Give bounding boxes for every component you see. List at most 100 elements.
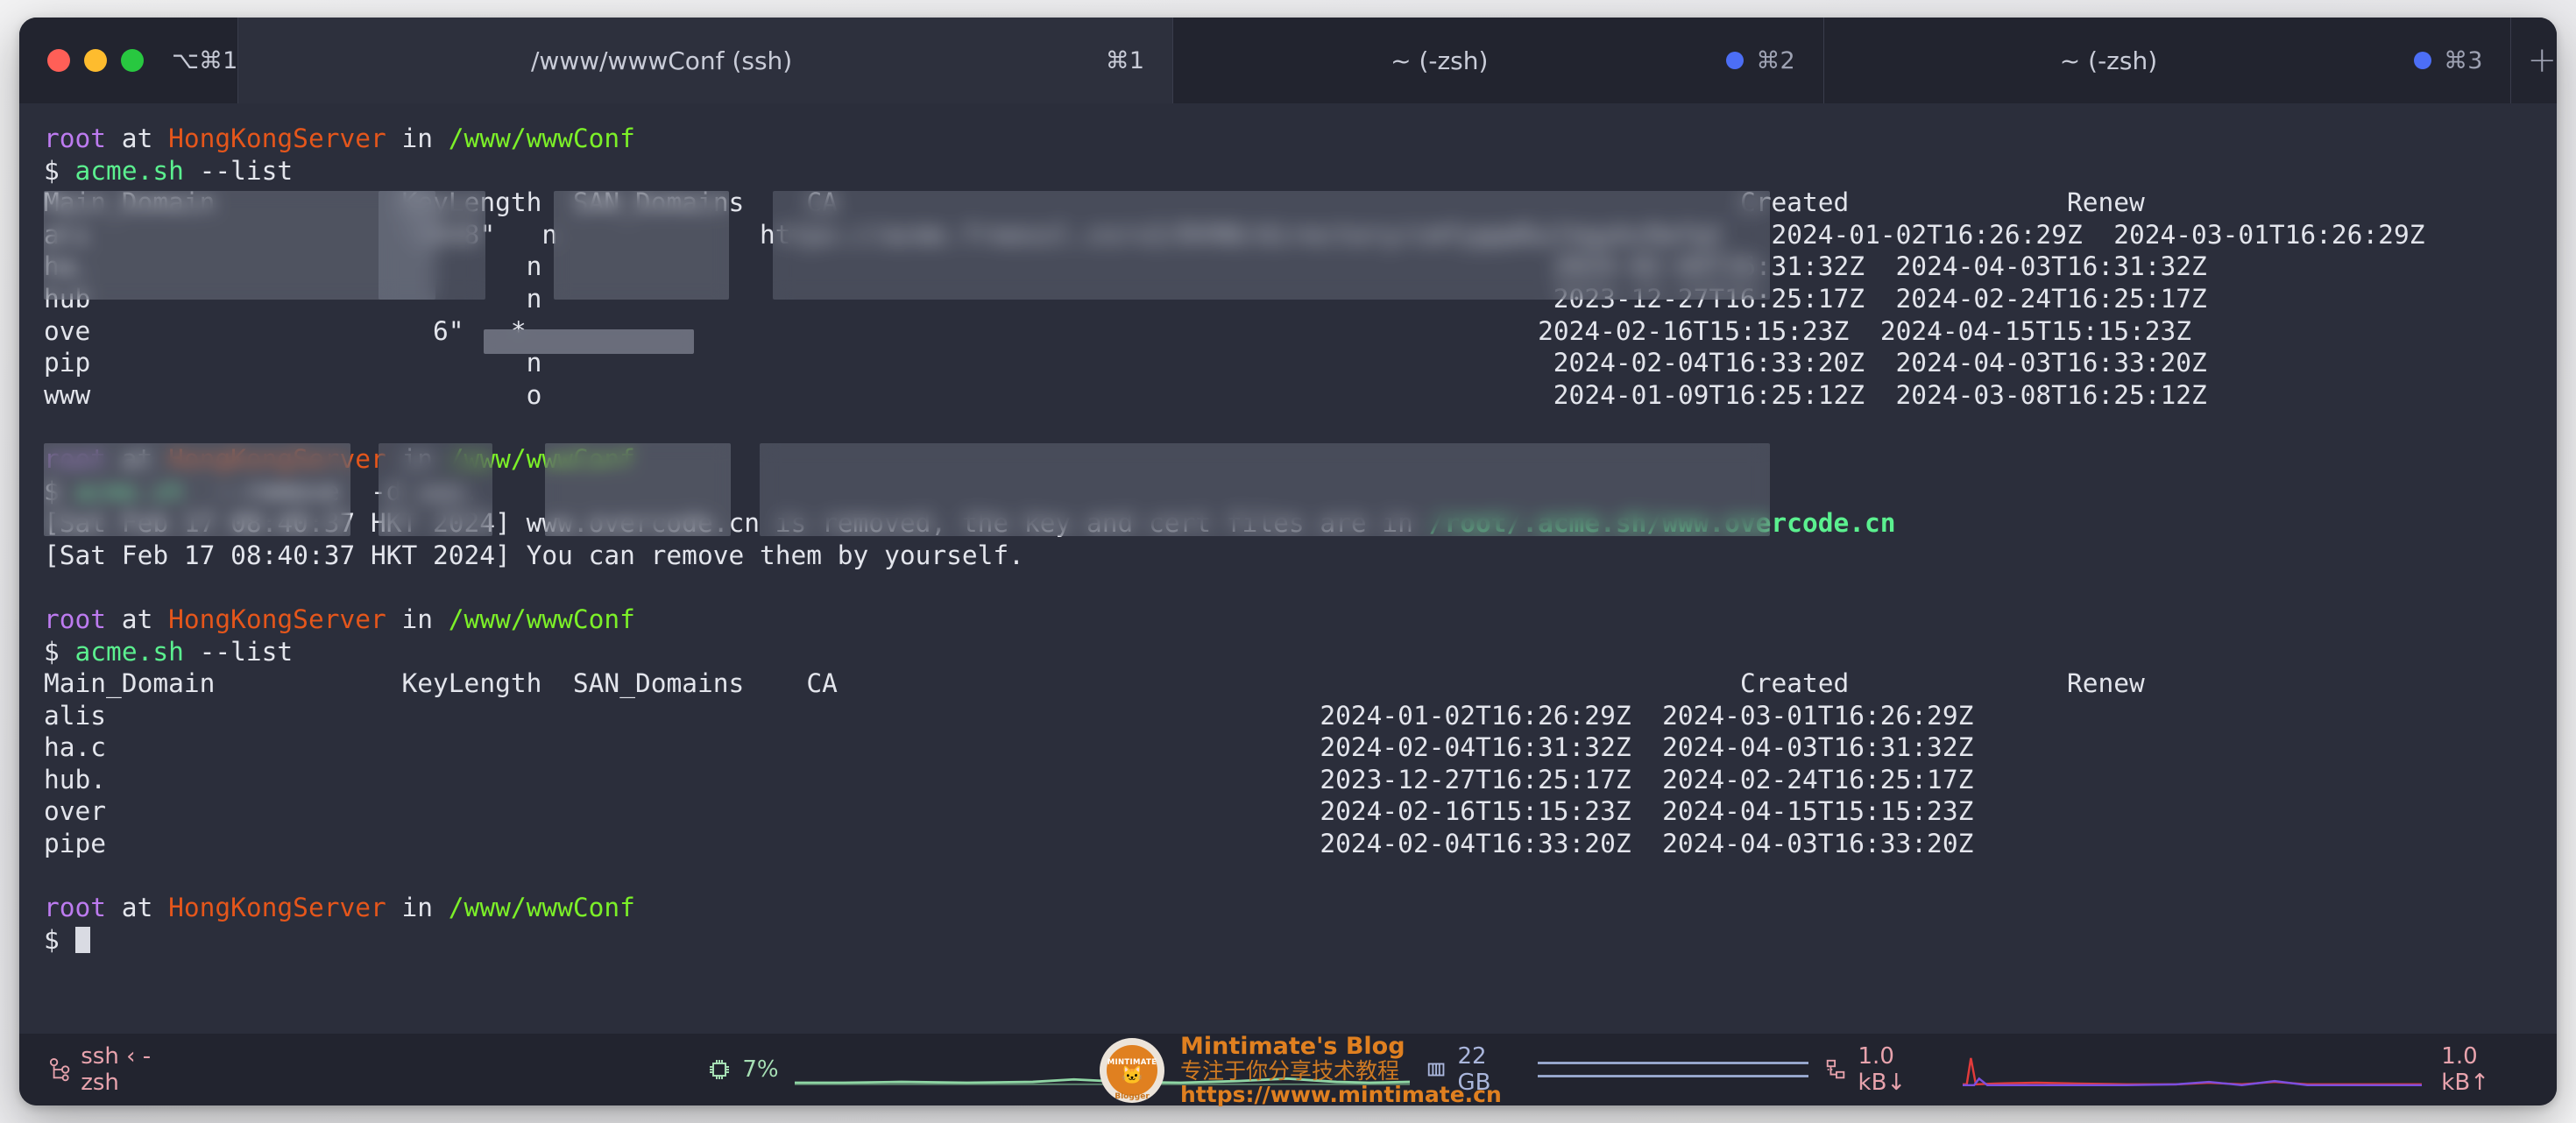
row-domain-prefix: hub. bbox=[44, 764, 107, 795]
table-row: hub. 2023-12-27T16:25:17Z 2024-02-24T16:… bbox=[44, 764, 2532, 796]
log-line: [Sat Feb 17 08:40:37 HKT 2024] You can r… bbox=[44, 540, 2532, 572]
command-args: --list bbox=[183, 155, 294, 186]
status-network-down[interactable]: 1.0 kB↓ bbox=[1824, 1043, 1943, 1096]
col-created: Created bbox=[1739, 187, 1850, 218]
col-renew: Renew bbox=[2066, 187, 2145, 218]
tab-meta: ⌘1 bbox=[1085, 47, 1172, 74]
tab-bar: ⌥⌘1 /www/wwwConf (ssh) ⌘1 ~ (-zsh) ⌘2 ~ … bbox=[19, 18, 2557, 103]
row-domain-prefix: ove bbox=[44, 315, 91, 346]
prompt-sigil: $ bbox=[44, 155, 75, 186]
table-row: ha. n 2024-02-04T16:31:32Z 2024-04-03T16… bbox=[44, 251, 2532, 283]
log-timestamp: [Sat Feb 17 08:40:37 HKT 2024] bbox=[44, 508, 527, 539]
status-cpu[interactable]: 7% bbox=[707, 1056, 779, 1083]
log-line: [Sat Feb 17 08:40:37 HKT 2024] www.overc… bbox=[44, 507, 2532, 540]
table-header-row: Main_Domain KeyLength SAN_Domains CA Cre… bbox=[44, 187, 2532, 219]
row-renew: 2024-04-03T16:33:20Z bbox=[1662, 829, 1974, 859]
shell-prompt: root at HongKongServer in /www/wwwConf bbox=[44, 604, 2532, 636]
row-created: 2023-12-27T16:25:17Z bbox=[1320, 764, 1631, 795]
prompt-user: root bbox=[44, 893, 107, 923]
row-domain-prefix: ali bbox=[44, 219, 91, 250]
redacted-domain bbox=[479, 477, 697, 506]
tab-title: /www/wwwConf (ssh) bbox=[530, 46, 793, 75]
text-cursor bbox=[74, 926, 90, 953]
active-command-line[interactable]: $ bbox=[44, 924, 2532, 957]
tab-activity-dot-icon bbox=[1726, 52, 1744, 69]
row-created: 2024-01-02T16:26:29Z bbox=[1771, 219, 2083, 250]
prompt-at: at bbox=[106, 443, 169, 474]
process-tree-icon bbox=[49, 1057, 70, 1082]
row-san: n bbox=[526, 348, 542, 378]
status-network-up[interactable]: 1.0 kB↑ bbox=[2441, 1043, 2527, 1096]
row-renew: 2024-03-08T16:25:12Z bbox=[1895, 379, 2207, 410]
new-tab-button[interactable]: + bbox=[2511, 18, 2557, 103]
row-domain-prefix: ha. bbox=[44, 251, 91, 282]
row-domain-prefix: pipe bbox=[44, 829, 107, 859]
cpu-value: 7% bbox=[742, 1056, 779, 1083]
command-line: $ acme.sh --remove -d www. bbox=[44, 476, 2532, 508]
terminal-output[interactable]: root at HongKongServer in /www/wwwConf $… bbox=[19, 103, 2557, 1034]
prompt-in: in bbox=[386, 893, 449, 923]
row-domain-prefix: over bbox=[44, 796, 107, 827]
row-renew: 2024-02-24T16:25:17Z bbox=[1895, 283, 2207, 314]
maximize-button[interactable] bbox=[121, 49, 144, 72]
terminal-window: ⌥⌘1 /www/wwwConf (ssh) ⌘1 ~ (-zsh) ⌘2 ~ … bbox=[19, 18, 2557, 1105]
status-bar: ssh ‹ -zsh 7% 22 GB 1.0 kB↓ 1.0 kB↑ bbox=[19, 1034, 2557, 1105]
shell-prompt: root at HongKongServer in /www/wwwConf bbox=[44, 892, 2532, 924]
minimize-button[interactable] bbox=[84, 49, 107, 72]
window-shortcut-label: ⌥⌘1 bbox=[172, 46, 238, 74]
prompt-path: /www/wwwConf bbox=[448, 124, 635, 153]
cpu-sparkline bbox=[794, 1077, 1411, 1085]
prompt-sigil: $ bbox=[44, 924, 75, 955]
network-sparkline bbox=[1962, 1057, 2423, 1087]
status-memory[interactable]: 22 GB bbox=[1426, 1043, 1522, 1096]
row-ca: https://acme.freessl.cn/v2/DV90/director… bbox=[760, 219, 1725, 250]
command-name: acme.sh bbox=[74, 636, 184, 667]
row-renew: 2024-02-24T16:25:17Z bbox=[1662, 764, 1974, 795]
prompt-in: in bbox=[386, 443, 449, 474]
row-created: 2023-12-27T16:25:17Z bbox=[1553, 283, 1865, 314]
tab-shortcut: ⌘1 bbox=[1105, 46, 1145, 74]
tab-zsh-3[interactable]: ~ (-zsh) ⌘3 bbox=[1823, 18, 2512, 103]
log-text: www.overcode.cn is removed, the key and … bbox=[526, 508, 1429, 539]
row-domain-prefix: pip bbox=[44, 348, 91, 378]
tab-www-wwwconf[interactable]: /www/wwwConf (ssh) ⌘1 bbox=[238, 18, 1174, 103]
col-main-domain: Main_Domain bbox=[44, 668, 216, 699]
table-header-row: Main_Domain KeyLength SAN_Domains CA Cre… bbox=[44, 667, 2532, 700]
tab-shortcut: ⌘3 bbox=[2444, 46, 2483, 74]
col-renew: Renew bbox=[2066, 668, 2145, 699]
row-domain-prefix: alis bbox=[44, 700, 107, 731]
col-main-domain: Main_Domain bbox=[44, 187, 216, 218]
session-label: ssh ‹ -zsh bbox=[81, 1043, 152, 1096]
table-row: alis 2024-01-02T16:26:29Z 2024-03-01T16:… bbox=[44, 700, 2532, 732]
shell-prompt: root at HongKongServer in /www/wwwConf bbox=[44, 123, 2532, 155]
row-san: * bbox=[510, 315, 527, 346]
close-button[interactable] bbox=[47, 49, 70, 72]
tab-activity-dot-icon bbox=[2414, 52, 2432, 69]
row-renew: 2024-04-15T15:15:23Z bbox=[1662, 796, 1974, 827]
command-args: --list bbox=[183, 636, 294, 667]
tab-zsh-2[interactable]: ~ (-zsh) ⌘2 bbox=[1173, 18, 1824, 103]
row-created: 2024-02-04T16:31:32Z bbox=[1320, 732, 1631, 763]
network-up-value: 1.0 kB↑ bbox=[2441, 1043, 2489, 1096]
col-ca: CA bbox=[806, 187, 838, 218]
table-row: pipe 2024-02-04T16:33:20Z 2024-04-03T16:… bbox=[44, 828, 2532, 860]
status-session[interactable]: ssh ‹ -zsh bbox=[49, 1043, 181, 1096]
col-keylength: KeyLength bbox=[401, 187, 542, 218]
command-args: --remove -d www. bbox=[183, 476, 480, 506]
memory-value: 22 GB bbox=[1457, 1043, 1491, 1096]
network-icon bbox=[1827, 1059, 1845, 1079]
row-keylength: "2048" bbox=[401, 219, 496, 250]
table-row: hub n 2023-12-27T16:25:17Z 2024-02-24T16… bbox=[44, 283, 2532, 315]
row-created: 2024-02-04T16:33:20Z bbox=[1553, 348, 1865, 378]
log-text: You can remove them by yourself. bbox=[526, 540, 1024, 570]
row-renew: 2024-04-03T16:31:32Z bbox=[1662, 732, 1974, 763]
prompt-user: root bbox=[44, 443, 107, 474]
row-created: 2024-01-09T16:25:12Z bbox=[1553, 379, 1865, 410]
col-san-domains: SAN_Domains bbox=[572, 187, 745, 218]
col-keylength: KeyLength bbox=[401, 668, 542, 699]
prompt-at: at bbox=[106, 604, 169, 634]
prompt-host: HongKongServer bbox=[168, 124, 386, 153]
tab-title: ~ (-zsh) bbox=[1391, 46, 1489, 75]
